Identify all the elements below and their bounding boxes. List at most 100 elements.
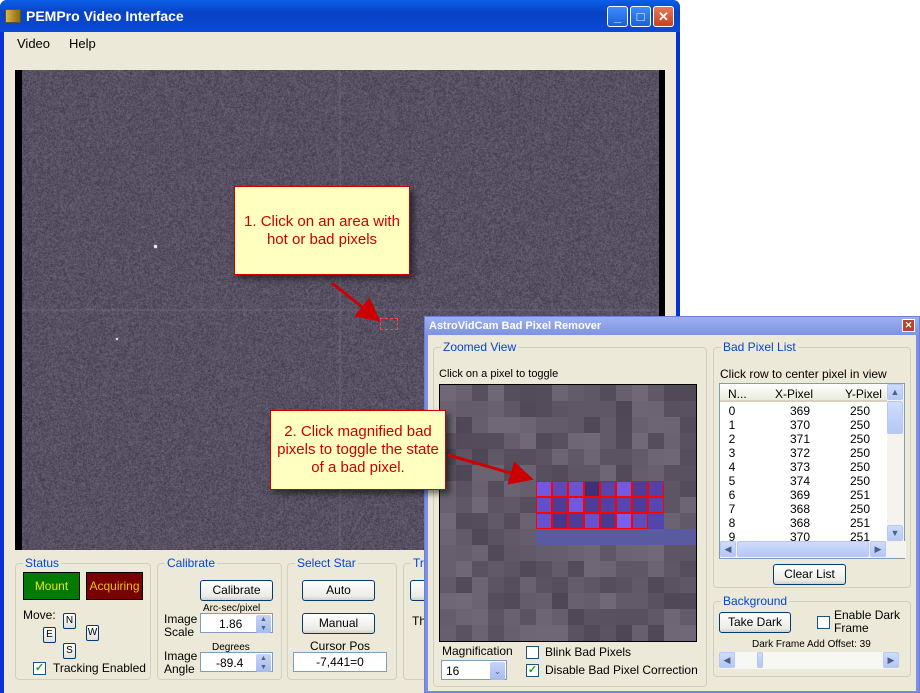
table-row[interactable]: 1 370 250 [720,418,888,432]
pixel-cell[interactable] [664,401,680,417]
pixel-cell[interactable] [440,385,456,401]
pixel-cell[interactable] [648,609,664,625]
slider-left-icon[interactable]: ◀ [719,652,735,668]
pixel-cell[interactable] [488,449,504,465]
pixel-cell[interactable] [520,433,536,449]
pixel-cell[interactable] [648,577,664,593]
pixel-cell[interactable] [504,433,520,449]
pixel-cell[interactable] [456,609,472,625]
pixel-cell[interactable] [600,433,616,449]
pixel-cell[interactable] [664,385,680,401]
pixel-cell[interactable] [456,497,472,513]
pixel-cell[interactable] [616,449,632,465]
pixel-cell[interactable] [520,609,536,625]
bad-pixel-cell[interactable] [616,513,632,529]
pixel-cell[interactable] [664,593,680,609]
pixel-cell[interactable] [488,497,504,513]
pixel-cell[interactable] [664,481,680,497]
table-row[interactable]: 8 368 251 [720,516,888,530]
pixel-cell[interactable] [456,625,472,641]
pixel-cell[interactable] [488,465,504,481]
table-row[interactable]: 3 372 250 [720,446,888,460]
pixel-cell[interactable] [440,529,456,545]
pixel-cell[interactable] [472,625,488,641]
pixel-cell[interactable] [456,481,472,497]
pixel-cell[interactable] [520,513,536,529]
dialog-close-button[interactable]: ✕ [902,319,915,332]
pixel-cell[interactable] [456,545,472,561]
pixel-cell[interactable] [664,529,680,545]
pixel-cell[interactable] [488,545,504,561]
pixel-cell[interactable] [472,529,488,545]
pixel-cell[interactable] [504,465,520,481]
pixel-cell[interactable] [520,577,536,593]
pixel-cell[interactable] [520,593,536,609]
offset-slider[interactable]: ◀ ▶ [719,652,899,669]
table-row[interactable]: 5 374 250 [720,474,888,488]
col-x-pixel[interactable]: X-Pixel [775,387,813,401]
pixel-cell[interactable] [568,561,584,577]
blink-checkbox[interactable] [526,646,539,659]
pixel-cell[interactable] [440,513,456,529]
pixel-cell[interactable] [568,449,584,465]
pixel-cell[interactable] [664,625,680,641]
pixel-cell[interactable] [600,465,616,481]
pixel-cell[interactable] [536,449,552,465]
angle-input[interactable]: -89.4 ▲ ▼ [200,652,273,672]
bad-pixel-cell[interactable] [568,513,584,529]
pixel-cell[interactable] [536,465,552,481]
bad-pixel-cell[interactable] [568,497,584,513]
pixel-cell[interactable] [440,561,456,577]
pixel-cell[interactable] [536,577,552,593]
pixel-cell[interactable] [568,417,584,433]
pixel-cell[interactable] [600,385,616,401]
pixel-cell[interactable] [632,561,648,577]
pixel-cell[interactable] [584,529,600,545]
pixel-cell[interactable] [648,385,664,401]
pixel-cell[interactable] [632,593,648,609]
pixel-cell[interactable] [440,497,456,513]
pixel-cell[interactable] [488,561,504,577]
pixel-cell[interactable] [456,433,472,449]
pixel-cell[interactable] [488,417,504,433]
pixel-cell[interactable] [472,481,488,497]
pixel-cell[interactable] [472,465,488,481]
pixel-cell[interactable] [568,433,584,449]
pixel-cell[interactable] [472,593,488,609]
pixel-cell[interactable] [600,625,616,641]
pixel-cell[interactable] [520,561,536,577]
auto-button[interactable]: Auto [302,580,375,601]
table-row[interactable]: 0 369 250 [720,404,888,418]
pixel-cell[interactable] [552,417,568,433]
pixel-cell[interactable] [600,449,616,465]
pixel-cell[interactable] [680,401,696,417]
pixel-cell[interactable] [504,513,520,529]
pixel-cell[interactable] [632,465,648,481]
pixel-cell[interactable] [488,609,504,625]
angle-spinner[interactable]: ▲ ▼ [256,654,271,672]
pixel-cell[interactable] [600,577,616,593]
pixel-cell[interactable] [472,433,488,449]
pixel-cell[interactable] [488,577,504,593]
pixel-cell[interactable] [664,577,680,593]
pixel-cell[interactable] [520,625,536,641]
pixel-cell[interactable] [504,545,520,561]
pixel-cell[interactable] [456,385,472,401]
pixel-cell[interactable] [600,401,616,417]
pixel-cell[interactable] [584,609,600,625]
bad-pixel-cell[interactable] [616,481,632,497]
scroll-down-icon[interactable]: ▼ [887,525,903,541]
pixel-cell[interactable] [584,593,600,609]
chevron-down-icon[interactable]: ⌄ [490,662,505,680]
pixel-cell[interactable] [552,545,568,561]
move-south-button[interactable]: S [63,643,76,659]
pixel-cell[interactable] [600,545,616,561]
move-east-button[interactable]: E [43,627,56,643]
bad-pixel-cell[interactable] [600,497,616,513]
pixel-cell[interactable] [680,561,696,577]
pixel-cell[interactable] [680,593,696,609]
pixel-cell[interactable] [664,561,680,577]
pixel-cell[interactable] [456,401,472,417]
bad-pixel-cell[interactable] [600,481,616,497]
pixel-cell[interactable] [472,513,488,529]
